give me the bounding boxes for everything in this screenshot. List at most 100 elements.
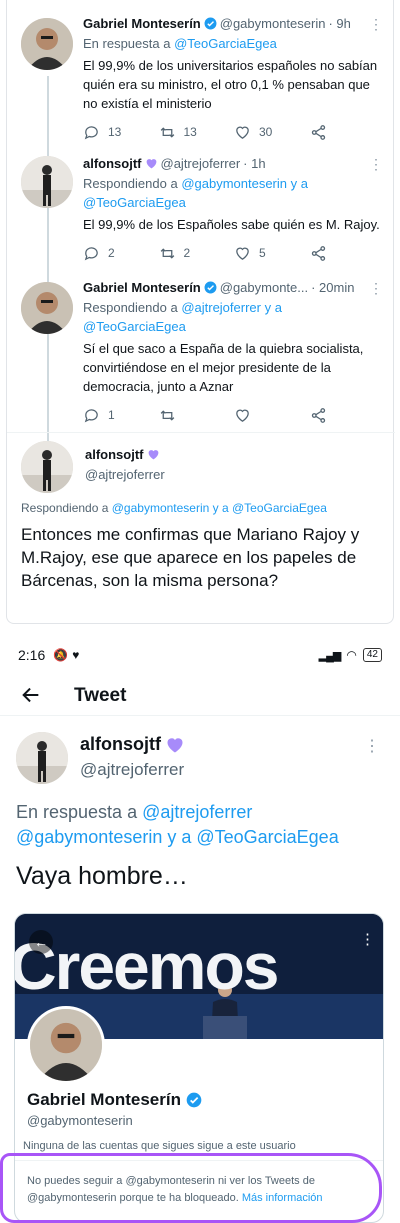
heart-status-icon: ♥	[72, 648, 80, 662]
avatar[interactable]	[21, 282, 73, 334]
author-name[interactable]: alfonsojtf	[83, 156, 142, 171]
share-icon	[311, 407, 325, 423]
more-options-icon[interactable]: ⋮	[360, 930, 375, 948]
retweet-icon	[160, 247, 174, 259]
mute-icon: 🔕	[53, 648, 69, 662]
author-name[interactable]: alfonsojtf	[80, 734, 161, 755]
follow-note: Ninguna de las cuentas que sigues sigue …	[23, 1140, 296, 1152]
reply-user-link[interactable]: @ajtrejoferrer	[142, 802, 252, 822]
reply-user-link[interactable]: @gabymonteserin y a @TeoGarciaEgea	[112, 501, 327, 515]
purple-heart-icon	[146, 159, 156, 169]
reply-count: 1	[108, 408, 115, 422]
more-options-icon[interactable]: ⋮	[364, 736, 380, 756]
reply-icon	[84, 125, 98, 139]
author-handle[interactable]: @gabymonteserin	[220, 16, 326, 31]
status-time: 2:16	[18, 647, 46, 663]
author-name[interactable]: alfonsojtf	[85, 447, 144, 462]
share-button[interactable]	[310, 124, 386, 141]
reply-user-link[interactable]: @TeoGarciaEgea	[174, 36, 277, 51]
banner-text: Creemos	[15, 929, 279, 1003]
tweet-time[interactable]: · 9h	[328, 16, 350, 31]
profile-avatar[interactable]	[27, 1006, 105, 1084]
retweet-button[interactable]: 13	[159, 124, 235, 141]
like-button[interactable]: 30	[234, 124, 310, 141]
retweet-button[interactable]: 2	[159, 245, 235, 262]
battery-indicator: 42	[362, 648, 382, 662]
reply-prefix: En respuesta a	[83, 36, 175, 51]
share-icon	[311, 124, 325, 140]
tweet-text: Sí el que saco a España de la quiebra so…	[83, 341, 364, 394]
more-options-icon[interactable]: ⋮	[369, 280, 383, 297]
heart-icon	[236, 126, 249, 139]
reply-prefix: Respondiendo a	[83, 176, 182, 191]
tweet-actions: 13 13 30	[83, 121, 385, 143]
author-name[interactable]: Gabriel Monteserín	[83, 280, 201, 295]
share-button[interactable]	[310, 245, 386, 262]
retweet-button[interactable]	[159, 407, 235, 424]
tweet-time[interactable]: · 20min	[311, 280, 354, 295]
page-title: Tweet	[74, 685, 127, 706]
profile-handle: @gabymonteserin	[27, 1113, 133, 1128]
thread-connector	[47, 76, 49, 456]
avatar[interactable]	[16, 732, 68, 784]
reply-icon	[84, 246, 98, 260]
purple-heart-icon	[167, 737, 183, 752]
verified-icon	[204, 17, 217, 30]
heart-icon	[236, 409, 249, 422]
focused-tweet[interactable]: alfonsojtf @ajtrejoferrer Respondiendo a…	[7, 432, 395, 622]
back-arrow-icon[interactable]: ←	[29, 930, 53, 954]
tweet-time[interactable]: · 1h	[243, 156, 265, 171]
reply-button[interactable]: 1	[83, 407, 159, 424]
verified-icon	[186, 1092, 202, 1108]
like-count: 5	[259, 246, 266, 260]
avatar[interactable]	[21, 156, 73, 208]
reply-prefix: En respuesta a	[16, 802, 143, 822]
tweet-text: Vaya hombre…	[16, 862, 188, 890]
retweet-count: 13	[183, 125, 197, 139]
profile-name: Gabriel Monteserín	[27, 1090, 181, 1109]
reply-context: En respuesta a @ajtrejoferrer @gabymonte…	[16, 800, 386, 850]
wifi-icon: ◠	[346, 648, 357, 662]
tweet-actions: 2 2 5	[83, 242, 385, 264]
author-handle[interactable]: @ajtrejoferrer	[80, 760, 184, 780]
retweet-icon	[160, 126, 174, 138]
reply-button[interactable]: 2	[83, 245, 159, 262]
avatar[interactable]	[21, 18, 73, 70]
app-bar: Tweet	[0, 676, 400, 716]
author-handle[interactable]: @gabymonte...	[220, 280, 308, 295]
reply-context: Respondiendo a @ajtrejoferrer y a @TeoGa…	[83, 298, 385, 336]
back-arrow-icon[interactable]	[20, 684, 42, 706]
more-options-icon[interactable]: ⋮	[369, 156, 383, 173]
tweet-actions: 1	[83, 404, 385, 426]
reply-count: 2	[108, 246, 115, 260]
reply-icon	[84, 408, 98, 422]
tweet-text: El 99,9% de los Españoles sabe quién es …	[83, 217, 380, 232]
reply-context: En respuesta a @TeoGarciaEgea	[83, 34, 385, 53]
retweet-icon	[160, 409, 174, 421]
tweet-text: El 99,9% de los universitarios españoles…	[83, 58, 378, 111]
reply-button[interactable]: 13	[83, 124, 159, 141]
like-button[interactable]: 5	[234, 245, 310, 262]
status-bar: 2:16 🔕 ♥ ▂▄▆ ◠ 42	[0, 640, 400, 670]
purple-heart-icon	[148, 450, 158, 460]
reply-count: 13	[108, 125, 122, 139]
more-options-icon[interactable]: ⋮	[369, 16, 383, 33]
share-button[interactable]	[310, 407, 386, 424]
reply-prefix: Respondiendo a	[83, 300, 182, 315]
like-button[interactable]	[234, 407, 310, 424]
author-handle[interactable]: @ajtrejoferrer	[161, 156, 241, 171]
share-icon	[311, 245, 325, 261]
retweet-count: 2	[183, 246, 191, 260]
reply-user-link[interactable]: @gabymonteserin y a @TeoGarciaEgea	[16, 827, 339, 847]
purple-highlight-annotation	[0, 1153, 382, 1223]
like-count: 30	[259, 125, 273, 139]
reply-context: Respondiendo a @gabymonteserin y a @TeoG…	[21, 501, 327, 515]
author-handle[interactable]: @ajtrejoferrer	[85, 467, 165, 482]
author-name[interactable]: Gabriel Monteserín	[83, 16, 201, 31]
avatar[interactable]	[21, 441, 73, 493]
signal-icon: ▂▄▆	[318, 649, 342, 662]
reply-context: Respondiendo a @gabymonteserin y a @TeoG…	[83, 174, 385, 212]
tweet-text: Entonces me confirmas que Mariano Rajoy …	[21, 525, 360, 590]
thread-screenshot: Gabriel Monteserín @gabymonteserin · 9h …	[6, 0, 395, 624]
heart-icon	[236, 247, 249, 260]
